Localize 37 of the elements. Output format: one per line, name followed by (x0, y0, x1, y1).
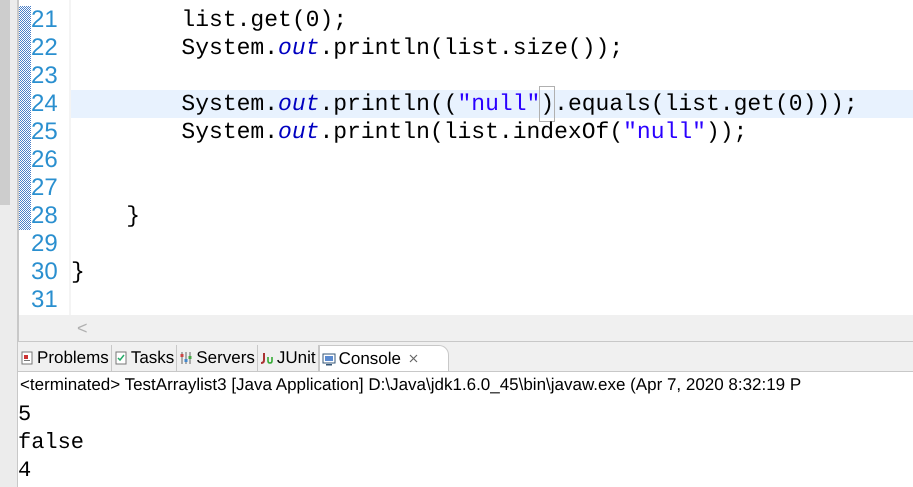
code-token: System. (180, 90, 278, 119)
checklist-icon (114, 351, 128, 365)
code-token: out (278, 34, 320, 63)
sliders-icon (179, 351, 194, 365)
line-number: 29 (31, 230, 58, 258)
close-icon[interactable] (408, 354, 418, 363)
line-number: 30 (31, 258, 58, 286)
code-token: list.get(0); (180, 6, 348, 35)
line-number: 28 (31, 202, 58, 230)
line-number: 22 (31, 34, 58, 62)
view-tab[interactable]: Console (318, 345, 449, 371)
line-number: 26 (31, 146, 58, 174)
junit-icon (260, 351, 274, 365)
console-output-line: false (18, 428, 84, 456)
code-token: .equals(list.get(0))); (554, 90, 858, 119)
code-token: System. (180, 34, 278, 63)
code-token: out (278, 90, 320, 119)
line-number: 24 (31, 90, 58, 118)
code-token: )); (706, 118, 748, 147)
code-token: } (125, 202, 140, 231)
code-token: System. (180, 118, 278, 147)
line-number: 23 (31, 62, 58, 90)
code-token: .println(list.size()); (319, 34, 624, 63)
code-token: "null" (458, 90, 540, 119)
line-number: 25 (31, 118, 58, 146)
code-token: "null" (623, 118, 706, 147)
code-token: out (278, 118, 320, 147)
line-number: 21 (31, 6, 58, 34)
monitor-icon (322, 352, 336, 366)
problems-icon (20, 351, 34, 365)
code-token: .println(( (319, 90, 458, 119)
code-token: } (71, 258, 85, 287)
line-number: 27 (31, 174, 58, 202)
console-header: <terminated> TestArraylist3 [Java Application] D:\Java\jdk1.6.0_45\bin\javaw.exe (Apr 7, 2020 8:32:19 P (20, 374, 802, 396)
console-output-line: 4 (18, 456, 32, 484)
line-number: 31 (31, 286, 58, 314)
console-output-line: 5 (18, 400, 32, 428)
